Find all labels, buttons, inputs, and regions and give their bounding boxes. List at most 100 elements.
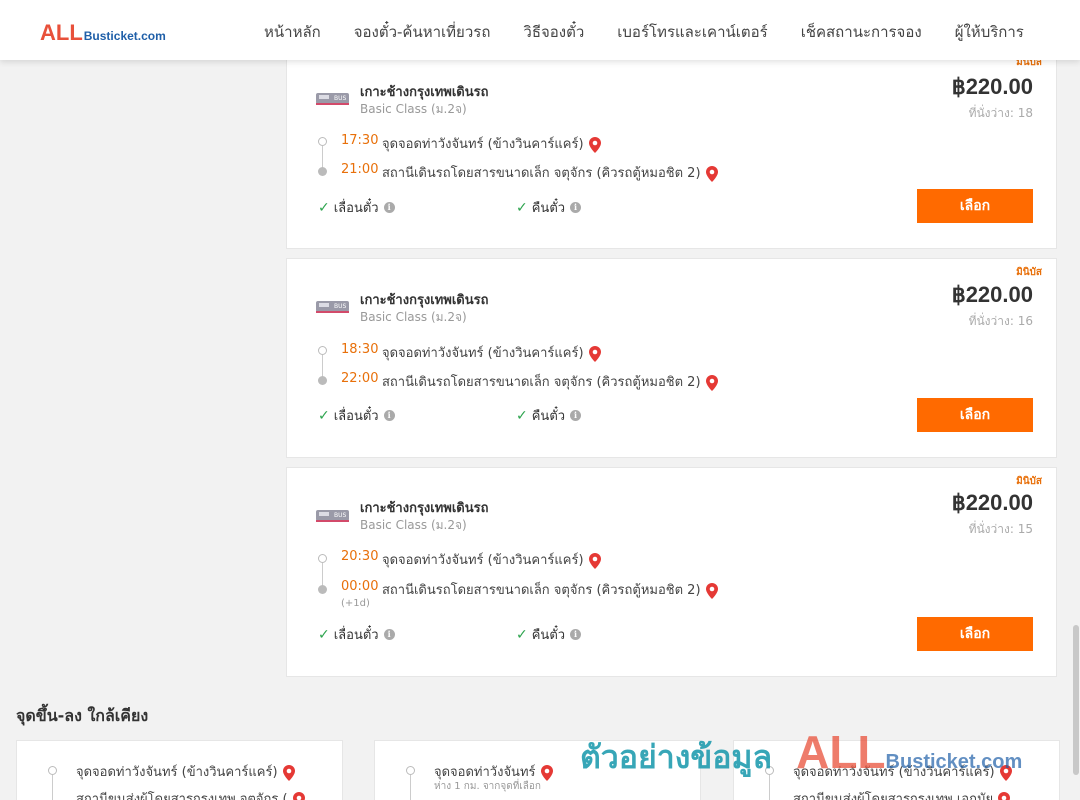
nearby-to-stop: สถานีขนส่งผู้โดยสารกรุงเทพ จตุจักร ( (76, 788, 305, 800)
select-trip-button[interactable]: เลือก (917, 189, 1033, 223)
nearby-route-card[interactable]: จุดจอดท่าวังจันทร์ (ข้างวินคาร์แคร์) สถา… (733, 740, 1060, 800)
nav-operators[interactable]: ผู้ให้บริการ (955, 20, 1024, 44)
next-day-indicator: (+1d) (341, 598, 370, 609)
logo-domain-text: Busticket.com (83, 29, 166, 43)
page-scrollbar[interactable] (1072, 60, 1080, 800)
nearby-from-stop: จุดจอดท่าวังจันทร์ (ข้างวินคาร์แคร์) (793, 761, 1012, 782)
nearby-from-name: จุดจอดท่าวังจันทร์ (434, 765, 536, 780)
depart-dot-icon (48, 766, 57, 775)
nearby-from-name: จุดจอดท่าวังจันทร์ (ข้างวินคาร์แคร์) (76, 765, 278, 780)
depart-stop: จุดจอดท่าวังจันทร์ (ข้างวินคาร์แคร์) (382, 549, 601, 570)
map-pin-icon[interactable] (540, 764, 553, 781)
nearby-distance-note: ห่าง 1 กม. จากจุดที่เลือก (434, 781, 541, 792)
feature-label: คืนตั๋ว (531, 409, 566, 424)
refund-ticket-feature: ✓ คืนตั๋ว i (516, 405, 582, 426)
nearby-route-card[interactable]: จุดจอดท่าวังจันทร์ ห่าง 1 กม. จากจุดที่เ… (374, 740, 701, 800)
change-ticket-feature: ✓ เลื่อนตั๋ว i (318, 624, 395, 645)
bus-operator-logo-icon: BUS (316, 510, 349, 522)
depart-time: 18:30 (341, 342, 379, 357)
map-pin-icon[interactable] (998, 791, 1011, 800)
nav-booking-status[interactable]: เช็คสถานะการจอง (801, 20, 922, 44)
info-icon[interactable]: i (383, 410, 395, 421)
info-icon[interactable]: i (383, 202, 395, 213)
arrive-dot-icon (318, 167, 327, 176)
arrive-stop-name: สถานีเดินรถโดยสารขนาดเล็ก จตุจักร (คิวรถ… (382, 375, 701, 390)
check-icon: ✓ (516, 199, 528, 216)
vehicle-type-badge: มินิบัส (1016, 267, 1042, 278)
arrive-dot-icon (318, 376, 327, 385)
arrive-stop: สถานีเดินรถโดยสารขนาดเล็ก จตุจักร (คิวรถ… (382, 579, 718, 600)
refund-ticket-feature: ✓ คืนตั๋ว i (516, 197, 582, 218)
nav-how-to-book[interactable]: วิธีจองตั๋ว (523, 20, 584, 44)
nearby-to-name: สถานีขนส่งผู้โดยสารกรุงเทพ จตุจักร ( (76, 792, 288, 800)
info-icon[interactable]: i (570, 202, 582, 213)
info-icon[interactable]: i (383, 629, 395, 640)
main-nav: หน้าหลัก จองตั๋ว-ค้นหาเที่ยวรถ วิธีจองตั… (264, 20, 1024, 44)
bus-class: Basic Class (ม.2จ) (360, 518, 467, 532)
depart-time: 17:30 (341, 133, 379, 148)
check-icon: ✓ (516, 407, 528, 424)
svg-text:BUS: BUS (334, 303, 347, 310)
check-icon: ✓ (318, 626, 330, 643)
feature-label: คืนตั๋ว (531, 628, 566, 643)
feature-label: คืนตั๋ว (531, 201, 566, 216)
route-line (410, 775, 411, 800)
nearby-to-stop: สถานีขนส่งผู้โดยสารกรุงเทพ เอกมัย (793, 788, 1011, 800)
depart-stop: จุดจอดท่าวังจันทร์ (ข้างวินคาร์แคร์) (382, 133, 601, 154)
depart-stop-name: จุดจอดท่าวังจันทร์ (ข้างวินคาร์แคร์) (382, 137, 584, 152)
info-icon[interactable]: i (570, 410, 582, 421)
check-icon: ✓ (318, 199, 330, 216)
depart-dot-icon (406, 766, 415, 775)
nearby-to-name: สถานีขนส่งผู้โดยสารกรุงเทพ เอกมัย (793, 792, 994, 800)
scrollbar-thumb[interactable] (1073, 625, 1079, 775)
route-line (52, 775, 53, 800)
map-pin-icon[interactable] (588, 552, 601, 569)
route-line (769, 775, 770, 800)
map-pin-icon[interactable] (588, 136, 601, 153)
ticket-price: ฿220.00 (951, 282, 1033, 307)
nearby-route-card[interactable]: จุดจอดท่าวังจันทร์ (ข้างวินคาร์แคร์) สถา… (16, 740, 343, 800)
map-pin-icon[interactable] (705, 165, 718, 182)
refund-ticket-feature: ✓ คืนตั๋ว i (516, 624, 582, 645)
route-line (322, 146, 323, 168)
nav-home[interactable]: หน้าหลัก (264, 20, 321, 44)
arrive-time: 00:00 (341, 579, 379, 594)
nav-book-search[interactable]: จองตั๋ว-ค้นหาเที่ยวรถ (354, 20, 491, 44)
nav-phone-counters[interactable]: เบอร์โทรและเคาน์เตอร์ (617, 20, 767, 44)
depart-stop: จุดจอดท่าวังจันทร์ (ข้างวินคาร์แคร์) (382, 342, 601, 363)
select-trip-button[interactable]: เลือก (917, 617, 1033, 651)
logo-all-text: ALL (40, 20, 83, 45)
arrive-stop-name: สถานีเดินรถโดยสารขนาดเล็ก จตุจักร (คิวรถ… (382, 583, 701, 598)
feature-label: เลื่อนตั๋ว (333, 409, 379, 424)
trip-card: มินิบัส BUS เกาะช้างกรุงเทพเดินรถ Basic … (286, 40, 1057, 249)
site-logo[interactable]: ALL Busticket.com (40, 20, 166, 46)
bus-class: Basic Class (ม.2จ) (360, 102, 467, 116)
map-pin-icon[interactable] (705, 374, 718, 391)
ticket-price: ฿220.00 (951, 490, 1033, 515)
change-ticket-feature: ✓ เลื่อนตั๋ว i (318, 197, 395, 218)
map-pin-icon[interactable] (705, 582, 718, 599)
bus-class: Basic Class (ม.2จ) (360, 310, 467, 324)
depart-dot-icon (765, 766, 774, 775)
map-pin-icon[interactable] (292, 791, 305, 800)
arrive-dot-icon (318, 585, 327, 594)
vehicle-type-badge: มินิบัส (1016, 476, 1042, 487)
change-ticket-feature: ✓ เลื่อนตั๋ว i (318, 405, 395, 426)
map-pin-icon[interactable] (588, 345, 601, 362)
depart-time: 20:30 (341, 549, 379, 564)
select-trip-button[interactable]: เลือก (917, 398, 1033, 432)
depart-dot-icon (318, 137, 327, 146)
depart-stop-name: จุดจอดท่าวังจันทร์ (ข้างวินคาร์แคร์) (382, 553, 584, 568)
depart-dot-icon (318, 346, 327, 355)
route-line (322, 563, 323, 586)
map-pin-icon[interactable] (999, 764, 1012, 781)
seats-available: ที่นั่งว่าง: 18 (968, 106, 1033, 120)
bus-operator-logo-icon: BUS (316, 93, 349, 105)
operator-name: เกาะช้างกรุงเทพเดินรถ (360, 85, 489, 100)
seats-available: ที่นั่งว่าง: 16 (968, 314, 1033, 328)
info-icon[interactable]: i (570, 629, 582, 640)
depart-dot-icon (318, 554, 327, 563)
map-pin-icon[interactable] (282, 764, 295, 781)
operator-name: เกาะช้างกรุงเทพเดินรถ (360, 293, 489, 308)
arrive-stop: สถานีเดินรถโดยสารขนาดเล็ก จตุจักร (คิวรถ… (382, 162, 718, 183)
